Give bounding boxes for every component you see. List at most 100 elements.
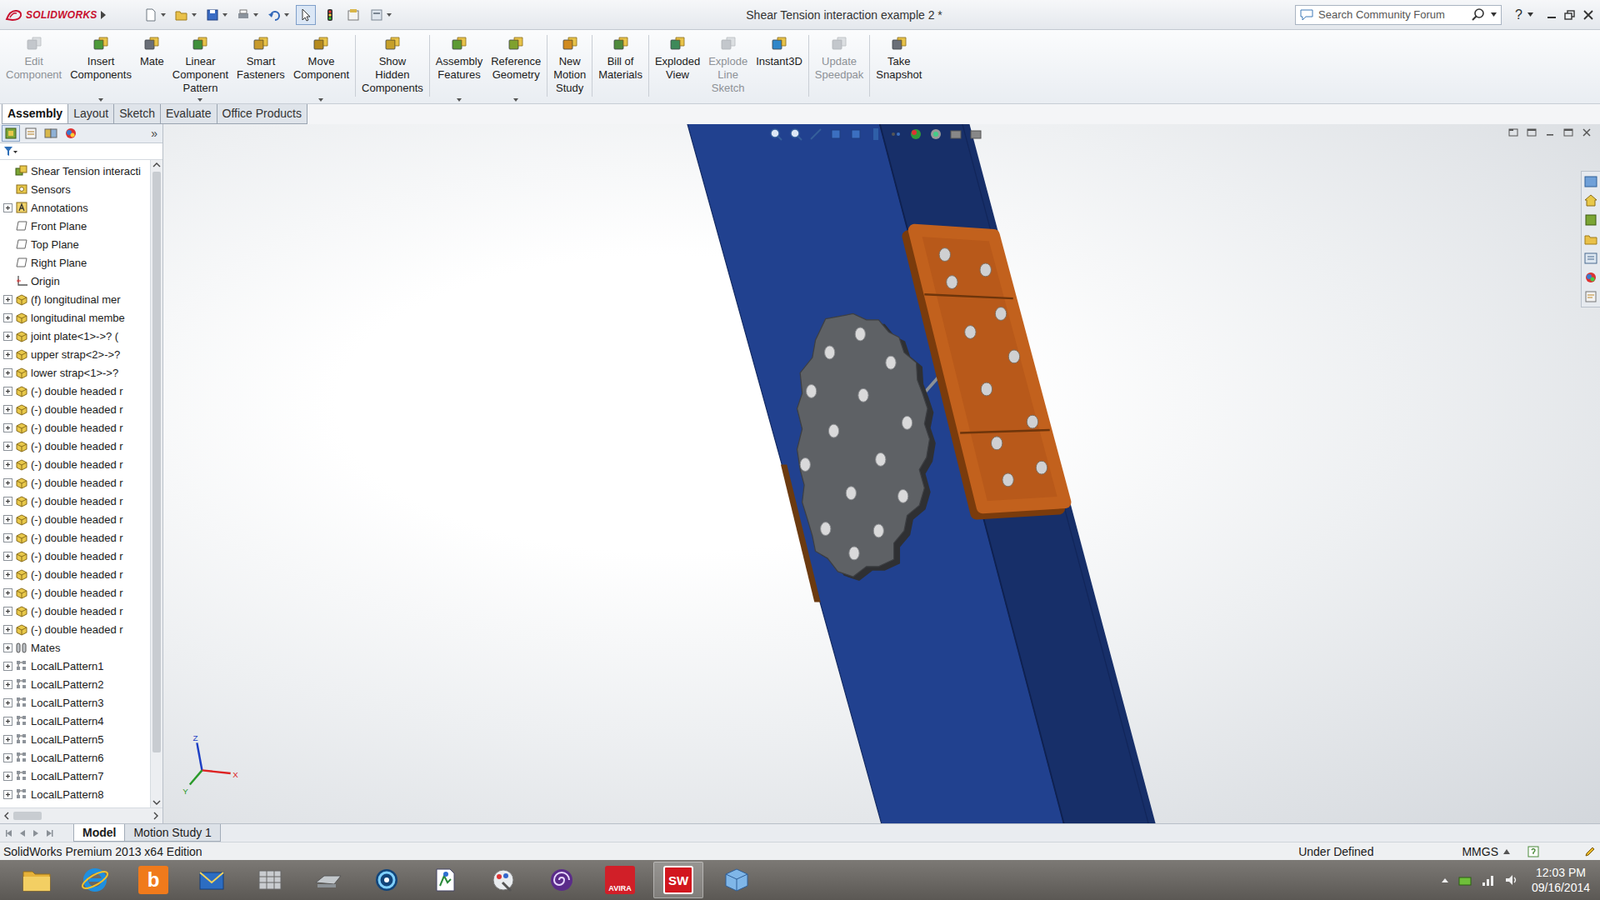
quick-access-button[interactable]: [367, 5, 394, 25]
view-tool-icon[interactable]: [808, 126, 824, 142]
expand-icon[interactable]: [3, 661, 13, 671]
vertical-scrollbar[interactable]: [150, 160, 163, 808]
view-tool-icon[interactable]: [788, 126, 804, 142]
ribbon-button[interactable]: SmartFasteners: [232, 31, 290, 104]
ribbon-button[interactable]: Mate: [135, 31, 169, 104]
view-tool-icon[interactable]: [908, 126, 924, 142]
viewport-control-icon[interactable]: [1580, 126, 1594, 139]
ribbon-button[interactable]: AssemblyFeatures: [431, 31, 487, 104]
viewport-control-icon[interactable]: [1506, 126, 1520, 139]
tree-item[interactable]: (-) double headed r: [0, 601, 150, 620]
dropdown-caret-icon[interactable]: [98, 98, 104, 102]
task-pane-icon[interactable]: [1583, 212, 1599, 228]
expand-icon[interactable]: [3, 405, 13, 415]
ribbon-button[interactable]: ExplodeLineSketch: [704, 31, 752, 104]
taskbar-app[interactable]: [536, 861, 587, 899]
view-tool-icon[interactable]: [948, 126, 964, 142]
tree-item[interactable]: joint plate<1>->? (: [0, 326, 150, 345]
ribbon-button[interactable]: LinearComponentPattern: [168, 31, 233, 104]
tree-item[interactable]: Mates: [0, 638, 150, 657]
scroll-thumb[interactable]: [13, 811, 42, 820]
tree-item[interactable]: lower strap<1>->?: [0, 363, 150, 382]
ribbon-button[interactable]: ExplodedView: [650, 31, 705, 104]
expand-icon[interactable]: [3, 716, 13, 726]
tree-item[interactable]: Annotations: [0, 198, 150, 217]
expand-icon[interactable]: [3, 295, 13, 305]
property-manager-icon[interactable]: [21, 125, 40, 142]
ribbon-button[interactable]: NewMotionStudy: [549, 31, 590, 104]
scroll-thumb[interactable]: [152, 171, 161, 753]
command-tab[interactable]: Sketch: [113, 104, 161, 125]
tree-item[interactable]: Top Plane: [0, 235, 150, 254]
quick-access-button[interactable]: [141, 5, 168, 25]
joint-plate[interactable]: [797, 313, 936, 580]
expand-icon[interactable]: [3, 533, 13, 543]
ribbon-button[interactable]: Instant3D: [751, 31, 807, 104]
expand-icon[interactable]: [3, 331, 13, 341]
expand-icon[interactable]: [3, 680, 13, 690]
close-icon[interactable]: [1581, 9, 1595, 21]
taskbar-app[interactable]: SW: [653, 861, 704, 899]
expand-icon[interactable]: [3, 478, 13, 488]
tree-item[interactable]: LocalLPattern3: [0, 693, 150, 712]
tree-item[interactable]: LocalLPattern8: [0, 785, 150, 804]
taskbar-app[interactable]: [361, 861, 412, 899]
expand-icon[interactable]: [3, 606, 13, 616]
quick-access-button[interactable]: [344, 5, 363, 25]
expand-icon[interactable]: [3, 515, 13, 525]
expand-icon[interactable]: [3, 423, 13, 433]
expand-icon[interactable]: [3, 368, 13, 378]
tree-item[interactable]: (-) double headed r: [0, 528, 150, 547]
tree-item[interactable]: LocalLPattern5: [0, 730, 150, 749]
expand-icon[interactable]: [3, 625, 13, 635]
view-tool-icon[interactable]: [888, 126, 904, 142]
tree-item[interactable]: upper strap<2>->?: [0, 345, 150, 364]
caret-up-icon[interactable]: [1503, 849, 1510, 855]
taskbar-app[interactable]: [711, 861, 762, 899]
help-button[interactable]: ?: [1515, 7, 1523, 23]
view-tool-icon[interactable]: [768, 126, 784, 142]
display-manager-icon[interactable]: [61, 125, 80, 142]
tree-item[interactable]: LocalLPattern6: [0, 748, 150, 767]
expand-icon[interactable]: [3, 735, 13, 745]
tree-item[interactable]: (-) double headed r: [0, 436, 150, 455]
task-pane-icon[interactable]: [1583, 231, 1599, 247]
command-tab[interactable]: Assembly: [1, 104, 69, 125]
tree-item[interactable]: (-) double headed r: [0, 455, 150, 474]
quick-access-button[interactable]: [265, 5, 291, 25]
tab-nav-icon[interactable]: [16, 827, 29, 840]
expand-icon[interactable]: [3, 441, 13, 451]
clock[interactable]: 12:03 PM 09/16/2014: [1526, 865, 1595, 895]
tab-nav-icon[interactable]: [30, 827, 42, 840]
horizontal-scrollbar[interactable]: [0, 807, 163, 824]
dropdown-caret-icon[interactable]: [513, 98, 519, 102]
scroll-down-icon[interactable]: [150, 797, 163, 808]
bottom-tab[interactable]: Motion Study 1: [124, 824, 220, 842]
expand-icon[interactable]: [3, 386, 13, 396]
tree-item[interactable]: (-) double headed r: [0, 473, 150, 492]
taskbar-app[interactable]: b: [128, 861, 179, 899]
upper-strap[interactable]: [908, 230, 1065, 514]
scroll-up-icon[interactable]: [150, 160, 163, 170]
help-icon[interactable]: [1526, 845, 1540, 859]
taskbar-app[interactable]: [11, 861, 62, 899]
view-tool-icon[interactable]: [868, 126, 884, 142]
search-box[interactable]: Search Community Forum: [1295, 5, 1502, 25]
tree-item[interactable]: (-) double headed r: [0, 620, 150, 639]
ribbon-button[interactable]: Bill ofMaterials: [594, 31, 647, 104]
show-hidden-icons-icon[interactable]: [1440, 875, 1450, 885]
tree-item[interactable]: Origin: [0, 271, 150, 290]
tree-item[interactable]: (-) double headed r: [0, 400, 150, 419]
rebuild-pencil-icon[interactable]: [1583, 845, 1597, 859]
scroll-left-icon[interactable]: [1, 810, 12, 822]
tree-item[interactable]: Shear Tension interacti: [0, 161, 150, 180]
scroll-right-icon[interactable]: [150, 810, 161, 822]
tree-item[interactable]: (-) double headed r: [0, 565, 150, 584]
tree-item[interactable]: (-) double headed r: [0, 510, 150, 529]
tree-item[interactable]: (f) longitudinal mer: [0, 290, 150, 309]
viewport-control-icon[interactable]: [1543, 126, 1557, 139]
tree-item[interactable]: LocalLPattern7: [0, 766, 150, 785]
tree-item[interactable]: LocalLPattern1: [0, 656, 150, 675]
quick-access-button[interactable]: [234, 5, 260, 25]
panel-more-button[interactable]: »: [150, 126, 161, 140]
